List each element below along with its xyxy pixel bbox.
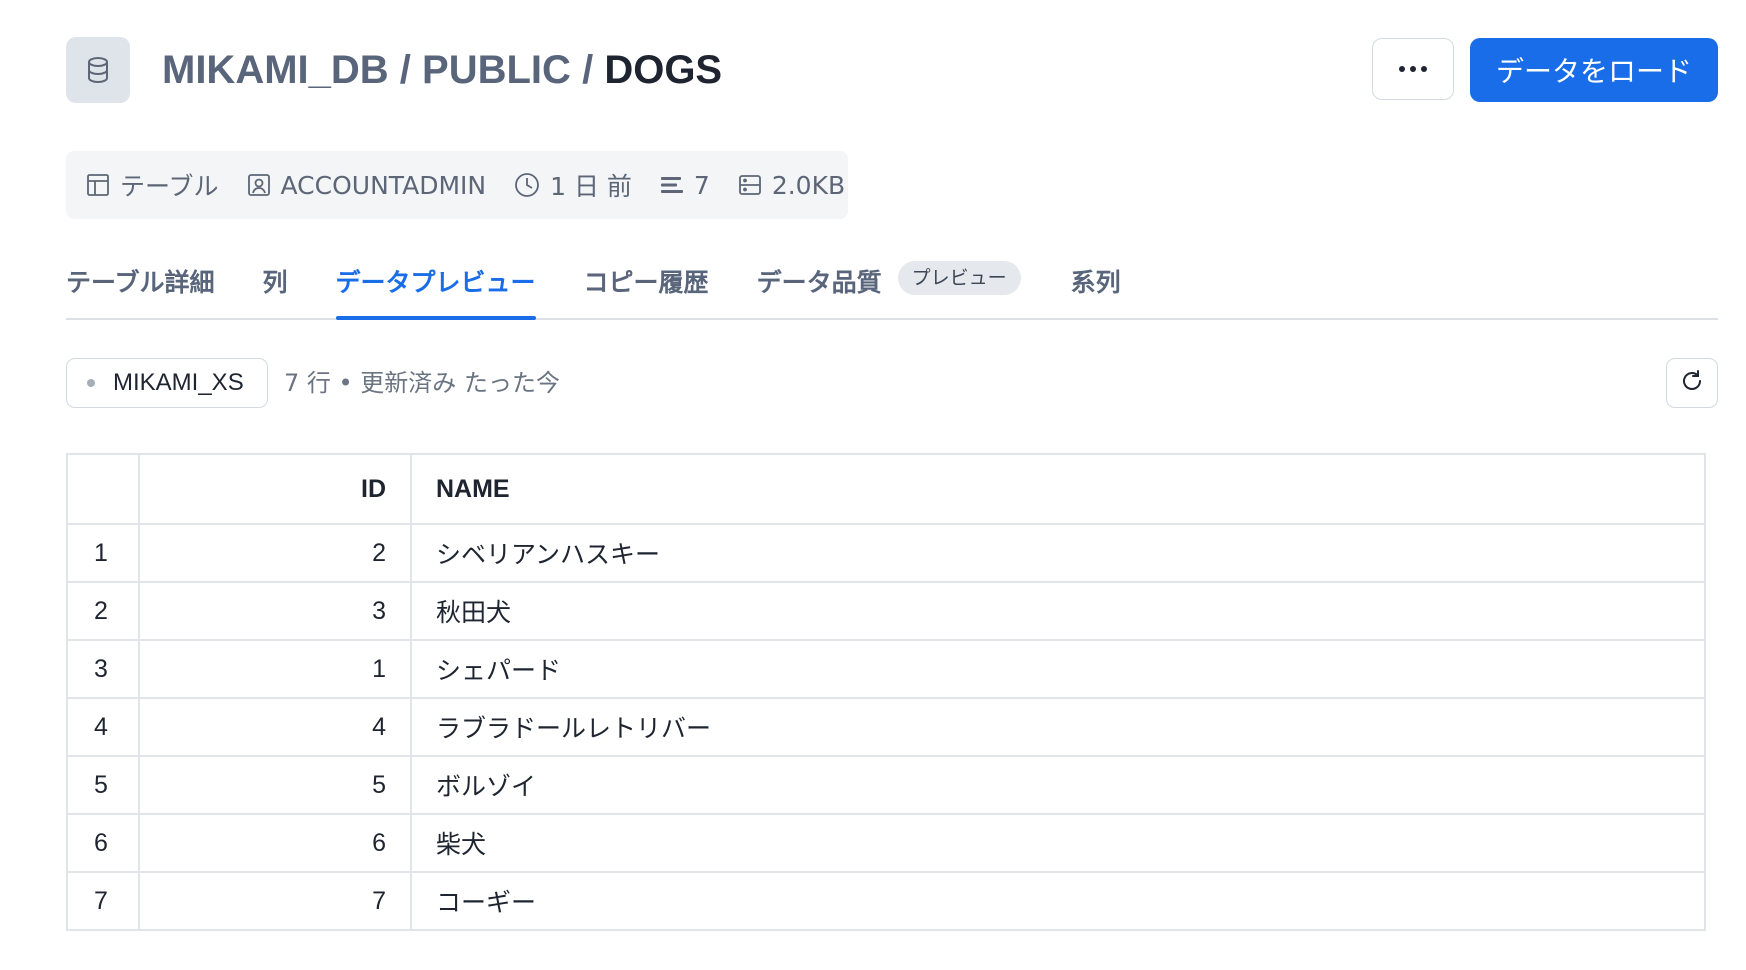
meta-size: 2.0KB (738, 171, 845, 200)
tab-columns[interactable]: 列 (263, 250, 288, 318)
meta-type: テーブル (86, 167, 219, 203)
row-index: 1 (66, 523, 140, 583)
more-icon (1399, 66, 1405, 72)
row-index: 3 (66, 639, 140, 699)
cell-name: シベリアンハスキー (410, 523, 1706, 583)
table-icon (86, 173, 110, 197)
row-index: 2 (66, 581, 140, 641)
status-dot-icon (87, 379, 95, 387)
column-header-id[interactable]: ID (138, 453, 412, 525)
cell-name: 秋田犬 (410, 581, 1706, 641)
table-row: 4 4 ラブラドールレトリバー (66, 697, 1706, 757)
page-title: MIKAMI_DB / PUBLIC / DOGS (162, 48, 723, 92)
data-preview-table: ID NAME 1 2 シベリアンハスキー 2 3 秋田犬 3 1 シェパード … (66, 453, 1706, 931)
storage-icon (738, 174, 762, 196)
refresh-icon (1679, 368, 1705, 399)
cell-name: コーギー (410, 871, 1706, 931)
cell-id: 1 (138, 639, 412, 699)
load-data-button[interactable]: データをロード (1470, 38, 1718, 102)
table-row: 5 5 ボルゾイ (66, 755, 1706, 815)
cell-id: 4 (138, 697, 412, 757)
cell-name: 柴犬 (410, 813, 1706, 873)
preview-badge: プレビュー (897, 261, 1021, 295)
tab-data-preview[interactable]: データプレビュー (335, 250, 536, 320)
cell-id: 5 (138, 755, 412, 815)
table-row: 7 7 コーギー (66, 871, 1706, 931)
preview-status: 7 行 • 更新済み たった今 (284, 369, 560, 397)
breadcrumb-schema[interactable]: PUBLIC (422, 48, 571, 92)
breadcrumb-current: DOGS (604, 48, 723, 92)
warehouse-selector[interactable]: MIKAMI_XS (66, 358, 268, 408)
tab-table-details[interactable]: テーブル詳細 (66, 250, 215, 318)
tab-copy-history[interactable]: コピー履歴 (584, 250, 709, 318)
tab-lineage[interactable]: 系列 (1071, 250, 1121, 318)
rows-icon (660, 175, 684, 195)
cell-id: 7 (138, 871, 412, 931)
cell-id: 2 (138, 523, 412, 583)
meta-owner: ACCOUNTADMIN (247, 171, 486, 200)
cell-name: シェパード (410, 639, 1706, 699)
table-row: 2 3 秋田犬 (66, 581, 1706, 641)
clock-icon (514, 172, 540, 198)
table-header-row: ID NAME (66, 453, 1706, 525)
tab-bar: テーブル詳細 列 データプレビュー コピー履歴 データ品質 プレビュー 系列 (66, 250, 1718, 320)
meta-updated: 1 日 前 (514, 167, 632, 203)
row-index: 6 (66, 813, 140, 873)
table-row: 1 2 シベリアンハスキー (66, 523, 1706, 583)
row-index: 7 (66, 871, 140, 931)
breadcrumb-database[interactable]: MIKAMI_DB (162, 48, 389, 92)
column-header-name[interactable]: NAME (410, 453, 1706, 525)
cell-name: ボルゾイ (410, 755, 1706, 815)
meta-rows: 7 (660, 171, 710, 200)
table-meta-bar: テーブル ACCOUNTADMIN 1 日 前 7 2.0KB (66, 151, 848, 219)
preview-toolbar: MIKAMI_XS 7 行 • 更新済み たった今 (66, 358, 1718, 408)
page-header: MIKAMI_DB / PUBLIC / DOGS データをロード (66, 37, 1718, 103)
table-row: 3 1 シェパード (66, 639, 1706, 699)
cell-name: ラブラドールレトリバー (410, 697, 1706, 757)
table-row: 6 6 柴犬 (66, 813, 1706, 873)
refresh-button[interactable] (1666, 358, 1718, 408)
user-icon (247, 173, 271, 197)
row-index: 4 (66, 697, 140, 757)
cell-id: 3 (138, 581, 412, 641)
tab-data-quality[interactable]: データ品質 プレビュー (757, 250, 1021, 318)
database-icon (66, 37, 130, 103)
cell-id: 6 (138, 813, 412, 873)
row-index: 5 (66, 755, 140, 815)
column-header-index (66, 453, 140, 525)
more-options-button[interactable] (1372, 38, 1454, 100)
